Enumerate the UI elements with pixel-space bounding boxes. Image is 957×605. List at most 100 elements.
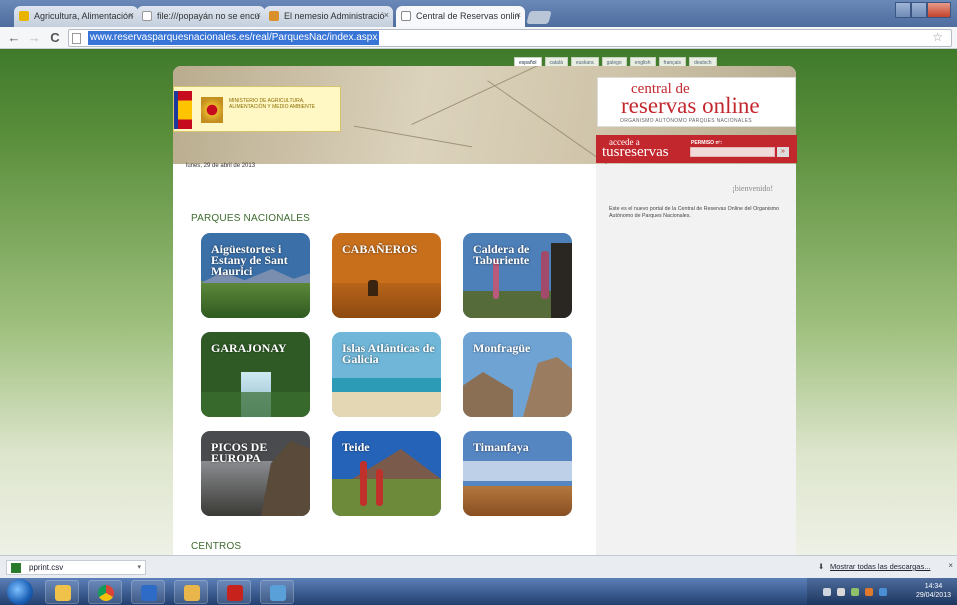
flag-icon[interactable]: [837, 588, 845, 596]
browser-tab-strip: Agricultura, Alimentación × file:///popa…: [0, 0, 957, 27]
update-icon[interactable]: [865, 588, 873, 596]
network-icon: [270, 585, 286, 601]
system-tray: 14:34 29/04/2013: [807, 578, 957, 605]
network-status-icon[interactable]: [851, 588, 859, 596]
url-text[interactable]: www.reservasparquesnacionales.es/real/Pa…: [88, 31, 380, 45]
site-container: MINISTERIO DE AGRICULTURA, ALIMENTACIÓN …: [173, 66, 797, 555]
close-tab-icon[interactable]: ×: [256, 10, 261, 20]
explorer-icon: [55, 585, 71, 601]
park-card-caldera[interactable]: Caldera de Taburiente: [463, 233, 572, 318]
download-item[interactable]: pprint.csv ▾: [6, 560, 146, 575]
park-card-islas-atlanticas[interactable]: Islas Atlánticas de Galicia: [332, 332, 441, 417]
browser-tab[interactable]: Agricultura, Alimentación ×: [14, 6, 138, 27]
tab-title: file:///popayán no se encu: [157, 11, 260, 21]
park-name: Teide: [342, 440, 370, 454]
current-date: lunes, 29 de abril de 2013: [186, 163, 256, 169]
tray-arrow-icon[interactable]: [823, 588, 831, 596]
park-name: Timanfaya: [473, 440, 529, 454]
address-bar[interactable]: www.reservasparquesnacionales.es/real/Pa…: [68, 29, 952, 47]
browser-tab[interactable]: file:///popayán no se encu ×: [137, 6, 265, 27]
outlook-icon: [141, 585, 157, 601]
windows-taskbar: 14:34 29/04/2013: [0, 578, 957, 605]
taskbar-folder[interactable]: [174, 580, 208, 604]
chrome-icon: [98, 585, 114, 601]
park-name: PICOS DE EUROPA: [211, 440, 268, 465]
ministry-logo[interactable]: MINISTERIO DE AGRICULTURA, ALIMENTACIÓN …: [173, 86, 341, 132]
centers-section-title: CENTROS: [191, 541, 242, 552]
central-reservas-logo[interactable]: central de reservas online ORGANISMO AUT…: [597, 77, 796, 127]
csv-file-icon: [11, 563, 21, 573]
coat-of-arms-icon: [201, 97, 223, 123]
park-card-aiguestortes[interactable]: Aigüestortes i Estany de Sant Maurici: [201, 233, 310, 318]
show-all-label: Mostrar todas las descargas...: [830, 562, 931, 571]
permiso-submit-button[interactable]: »: [777, 147, 789, 157]
brand-subtitle: ORGANISMO AUTÓNOMO PARQUES NACIONALES: [620, 118, 752, 124]
browser-tab-active[interactable]: Central de Reservas onlin ×: [396, 6, 525, 27]
file-tab-icon: [142, 11, 152, 21]
tab-title: El nemesio Administració: [284, 11, 385, 21]
taskbar-chrome[interactable]: [88, 580, 122, 604]
bookmark-star-icon[interactable]: ☆: [932, 30, 943, 44]
sidebar: ¡bienvenido! Este es el nuevo portal de …: [596, 164, 796, 555]
clock-time: 14:34: [924, 583, 943, 590]
taskbar-explorer[interactable]: [45, 580, 79, 604]
ministry-tab-icon: [19, 11, 29, 21]
system-clock[interactable]: 14:34 29/04/2013: [916, 582, 951, 600]
park-card-cabaneros[interactable]: CABAÑEROS: [332, 233, 441, 318]
back-button[interactable]: ←: [6, 30, 22, 46]
tusreservas-label: tusreservas: [602, 144, 669, 160]
close-tab-icon[interactable]: ×: [384, 10, 389, 20]
taskbar-outlook[interactable]: [131, 580, 165, 604]
acrobat-icon: [227, 585, 243, 601]
ministry-name: MINISTERIO DE AGRICULTURA, ALIMENTACIÓN …: [229, 98, 316, 110]
download-filename: pprint.csv: [29, 563, 64, 572]
park-name: Islas Atlánticas de Galicia: [342, 341, 435, 366]
window-controls: [895, 2, 951, 18]
taskbar-network[interactable]: [260, 580, 294, 604]
reservation-access-box: accede a tusreservas PERMISO nº: »: [596, 135, 797, 163]
permiso-input[interactable]: [690, 147, 775, 157]
clock-date: 29/04/2013: [915, 592, 951, 599]
park-card-teide[interactable]: Teide: [332, 431, 441, 516]
show-all-downloads-link[interactable]: ⬇ Mostrar todas las descargas...: [818, 562, 931, 571]
reload-button[interactable]: C: [47, 30, 63, 46]
park-name: GARAJONAY: [211, 341, 287, 355]
admin-tab-icon: [269, 11, 279, 21]
welcome-heading: ¡bienvenido!: [732, 184, 773, 193]
forward-button[interactable]: →: [26, 30, 42, 46]
parks-section-title: PARQUES NACIONALES: [191, 213, 311, 224]
park-name: Caldera de Taburiente: [473, 242, 530, 267]
folder-icon: [184, 585, 200, 601]
park-name: CABAÑEROS: [342, 242, 418, 256]
permiso-label: PERMISO nº:: [691, 140, 722, 146]
brand-line2: reservas online: [621, 93, 760, 118]
chevron-down-icon[interactable]: ▾: [137, 561, 141, 574]
close-downloads-icon[interactable]: ×: [948, 561, 953, 570]
tab-title: Central de Reservas onlin: [416, 11, 520, 21]
page-icon: [72, 33, 81, 44]
park-name: Monfragüe: [473, 341, 531, 355]
tab-title: Agricultura, Alimentación: [34, 11, 134, 21]
page-viewport: español català euskara galego english fr…: [0, 49, 957, 555]
downloads-bar: pprint.csv ▾ ⬇ Mostrar todas las descarg…: [0, 555, 957, 578]
maximize-button[interactable]: [910, 2, 927, 18]
park-card-monfrague[interactable]: Monfragüe: [463, 332, 572, 417]
download-icon: ⬇: [818, 562, 825, 571]
document-tab-icon: [401, 11, 411, 21]
new-tab-button[interactable]: [526, 11, 552, 24]
volume-icon[interactable]: [879, 588, 887, 596]
spain-flag-icon: [178, 91, 192, 129]
park-card-garajonay[interactable]: GARAJONAY: [201, 332, 310, 417]
browser-tab[interactable]: El nemesio Administració ×: [264, 6, 393, 27]
browser-toolbar: ← → C www.reservasparquesnacionales.es/r…: [0, 27, 957, 49]
minimize-button[interactable]: [895, 2, 911, 18]
close-window-button[interactable]: [926, 2, 951, 18]
start-button[interactable]: [7, 579, 33, 605]
intro-text: Este es el nuevo portal de la Central de…: [609, 206, 779, 219]
taskbar-acrobat[interactable]: [217, 580, 251, 604]
close-tab-icon[interactable]: ×: [129, 10, 134, 20]
park-name: Aigüestortes i Estany de Sant Maurici: [211, 242, 288, 278]
park-card-picos-europa[interactable]: PICOS DE EUROPA: [201, 431, 310, 516]
park-card-timanfaya[interactable]: Timanfaya: [463, 431, 572, 516]
close-tab-icon[interactable]: ×: [516, 10, 521, 20]
